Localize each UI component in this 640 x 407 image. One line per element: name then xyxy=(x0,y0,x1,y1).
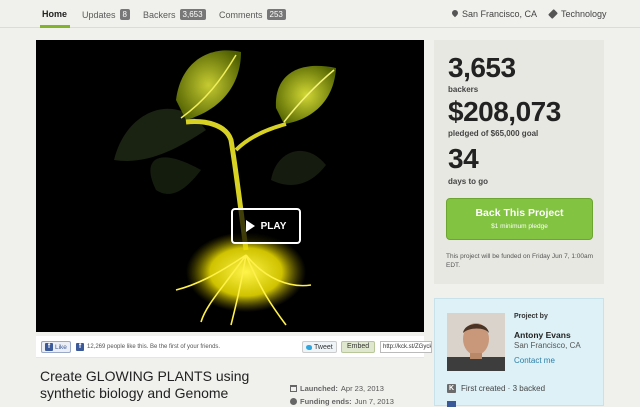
category-label: Technology xyxy=(561,9,607,19)
updates-count-badge: 8 xyxy=(119,9,130,20)
embed-button[interactable]: Embed xyxy=(341,341,376,353)
backers-label: backers xyxy=(448,85,479,94)
tab-comments-label: Comments xyxy=(219,9,263,20)
category-link[interactable]: Technology xyxy=(548,9,607,19)
funding-stats-panel: 3,653 backers $208,073 pledged of $65,00… xyxy=(434,40,604,284)
location-link[interactable]: San Francisco, CA xyxy=(452,9,537,19)
short-url-field[interactable]: http://kck.st/ZGyckx xyxy=(380,341,432,353)
tab-backers[interactable]: Backers 3,653 xyxy=(143,9,206,20)
share-bar: f Like f 12,269 people like this. Be the… xyxy=(36,336,432,358)
play-icon xyxy=(245,220,255,232)
comments-count-badge: 253 xyxy=(266,9,286,20)
tab-backers-label: Backers xyxy=(143,9,176,20)
like-label: Like xyxy=(55,343,67,351)
funding-label: Funding ends: xyxy=(300,397,352,406)
minimum-pledge-label: $1 minimum pledge xyxy=(491,223,548,230)
pledged-label: pledged of $65,000 goal xyxy=(448,129,539,138)
project-by-heading: Project by xyxy=(514,313,548,320)
like-count-label: 12,269 people like this. Be the first of… xyxy=(87,344,221,350)
days-left: 34 xyxy=(448,143,479,174)
project-nav: Home Updates 8 Backers 3,653 Comments 25… xyxy=(0,0,640,28)
tab-updates-label: Updates xyxy=(82,9,116,20)
launched-date: Launched: Apr 23, 2013 xyxy=(290,384,384,393)
back-project-label: Back This Project xyxy=(475,207,564,219)
clock-icon xyxy=(290,398,297,405)
tweet-button[interactable]: Tweet xyxy=(302,341,337,353)
facebook-like-button[interactable]: f Like xyxy=(41,341,71,353)
launched-label: Launched: xyxy=(300,384,338,393)
map-pin-icon xyxy=(452,10,458,18)
location-label: San Francisco, CA xyxy=(462,9,538,19)
pledged-amount: $208,073 xyxy=(448,96,561,127)
creator-panel: Project by Antony Evans San Francisco, C… xyxy=(434,298,604,407)
tab-home-label: Home xyxy=(42,9,68,19)
contact-me-link[interactable]: Contact me xyxy=(514,356,555,365)
glowing-plant-image xyxy=(114,50,336,326)
project-title: Create GLOWING PLANTS using synthetic bi… xyxy=(40,368,250,401)
facebook-icon: f xyxy=(45,343,53,351)
calendar-icon xyxy=(290,385,297,392)
back-project-button[interactable]: Back This Project $1 minimum pledge xyxy=(446,198,593,240)
facebook-small-icon: f xyxy=(76,343,84,351)
backers-count: 3,653 xyxy=(448,52,516,83)
funding-value: Jun 7, 2013 xyxy=(354,397,394,406)
project-video[interactable]: PLAY xyxy=(36,40,424,332)
creator-name[interactable]: Antony Evans xyxy=(514,330,571,340)
backers-count-badge: 3,653 xyxy=(179,9,206,20)
tab-home[interactable]: Home xyxy=(42,9,67,19)
tweet-label: Tweet xyxy=(314,343,333,351)
funding-end-date: Funding ends: Jun 7, 2013 xyxy=(290,397,394,406)
creator-history: K First created · 3 backed xyxy=(447,384,545,393)
facebook-icon xyxy=(447,401,456,407)
creator-avatar[interactable] xyxy=(447,313,505,371)
play-label: PLAY xyxy=(260,220,287,232)
funding-deadline-note: This project will be funded on Friday Ju… xyxy=(446,253,594,269)
play-button[interactable]: PLAY xyxy=(231,208,301,244)
twitter-bird-icon xyxy=(306,344,312,350)
creator-location: San Francisco, CA xyxy=(514,341,581,350)
active-tab-indicator xyxy=(40,25,70,28)
tab-comments[interactable]: Comments 253 xyxy=(219,9,286,20)
days-label: days to go xyxy=(448,177,489,186)
like-count-text: f 12,269 people like this. Be the first … xyxy=(76,343,220,351)
kickstarter-icon: K xyxy=(447,384,456,393)
tab-updates[interactable]: Updates 8 xyxy=(82,9,130,20)
creator-history-label: First created · 3 backed xyxy=(461,384,546,393)
creator-photo xyxy=(447,313,505,371)
launched-value: Apr 23, 2013 xyxy=(340,384,384,393)
tag-icon xyxy=(548,9,558,19)
